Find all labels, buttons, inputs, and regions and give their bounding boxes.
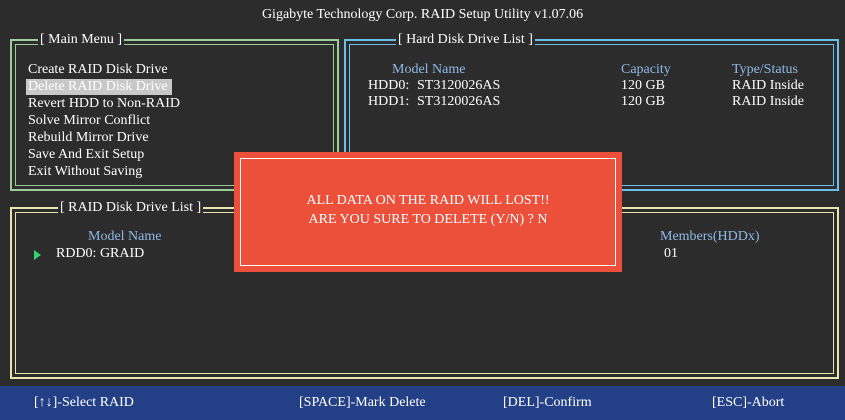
footer-bar: [↑↓]-Select RAID [SPACE]-Mark Delete [DE… — [0, 386, 845, 420]
footer-confirm-hint: [DEL]-Confirm — [503, 395, 592, 410]
menu-item-exit-no-save[interactable]: Exit Without Saving — [28, 164, 142, 180]
raid-header-model: Model Name — [88, 229, 162, 244]
hdd-header-type: Type/Status — [732, 62, 798, 77]
hdd-header-model: Model Name — [392, 62, 466, 77]
menu-item-solve-mirror[interactable]: Solve Mirror Conflict — [28, 113, 150, 129]
delete-confirm-dialog[interactable]: ALL DATA ON THE RAID WILL LOST!! ARE YOU… — [234, 152, 622, 272]
menu-item-rebuild-mirror[interactable]: Rebuild Mirror Drive — [28, 130, 149, 146]
menu-item-save-exit[interactable]: Save And Exit Setup — [28, 147, 144, 163]
dialog-confirm-prompt: ARE YOU SURE TO DELETE (Y/N) ? N — [308, 212, 548, 227]
footer-mark-hint: [SPACE]-Mark Delete — [299, 395, 426, 410]
hdd-row-model: ST3120026AS — [417, 94, 501, 109]
footer-abort-hint: [ESC]-Abort — [712, 395, 785, 410]
menu-item-revert-hdd[interactable]: Revert HDD to Non-RAID — [28, 96, 180, 112]
hdd-row-capacity: 120 GB — [621, 78, 665, 93]
window-title: Gigabyte Technology Corp. RAID Setup Uti… — [0, 0, 845, 30]
hdd-list-title: [ Hard Disk Drive List ] — [396, 31, 535, 49]
main-menu-title: [ Main Menu ] — [38, 31, 125, 49]
raid-row-name[interactable]: RDD0: GRAID — [56, 246, 144, 262]
raid-row-members: 01 — [664, 246, 678, 261]
hdd-row-model: ST3120026AS — [417, 78, 501, 93]
hdd-row-id: HDD1: — [368, 94, 410, 109]
hdd-row-type: RAID Inside — [732, 94, 804, 109]
hdd-header-capacity: Capacity — [621, 62, 671, 77]
hdd-row-capacity: 120 GB — [621, 94, 665, 109]
hdd-row-id: HDD0: — [368, 78, 410, 93]
menu-item-delete-raid[interactable]: Delete RAID Disk Drive — [26, 79, 172, 95]
row-selected-arrow-icon — [34, 250, 41, 260]
hdd-row-type: RAID Inside — [732, 78, 804, 93]
menu-item-create-raid[interactable]: Create RAID Disk Drive — [28, 62, 168, 78]
raid-header-members: Members(HDDx) — [660, 229, 760, 244]
footer-select-hint: [↑↓]-Select RAID — [34, 395, 134, 410]
dialog-warning-text: ALL DATA ON THE RAID WILL LOST!! — [306, 193, 550, 208]
raid-list-title: [ RAID Disk Drive List ] — [58, 199, 204, 217]
